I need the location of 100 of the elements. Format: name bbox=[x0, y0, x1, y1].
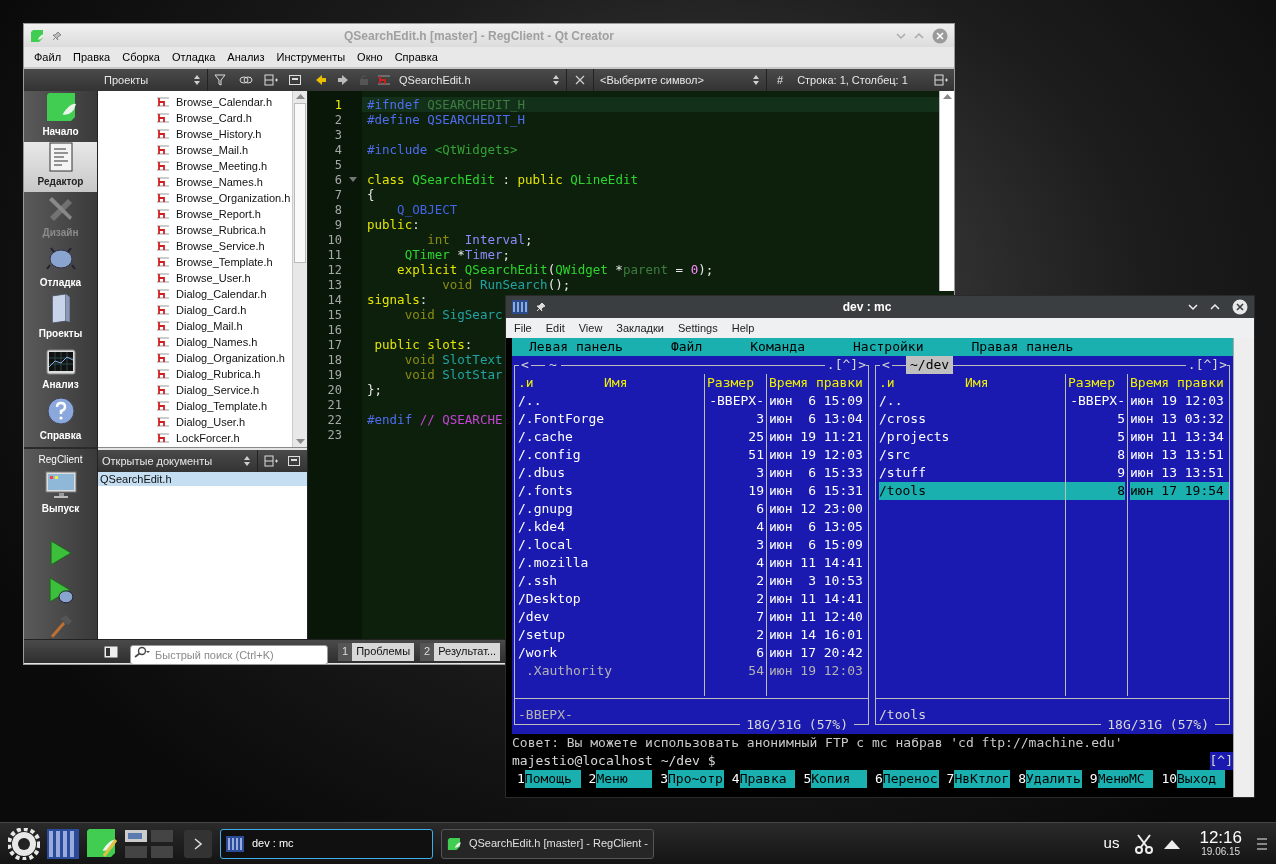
tree-item[interactable]: Browse_Organization.h bbox=[98, 190, 292, 206]
mode-button[interactable]: Справка bbox=[24, 395, 97, 446]
mode-button[interactable]: Анализ bbox=[24, 344, 97, 396]
menu-item[interactable]: Сборка bbox=[118, 48, 164, 66]
run-icon[interactable] bbox=[48, 539, 73, 566]
tree-item[interactable]: Browse_Calendar.h bbox=[98, 94, 292, 110]
mode-button[interactable]: Проекты bbox=[24, 293, 97, 345]
terminal-app-icon[interactable] bbox=[46, 827, 80, 860]
tree-item[interactable]: Dialog_Rubrica.h bbox=[98, 366, 292, 382]
menu-item[interactable]: Файл bbox=[670, 338, 703, 356]
panel-arrow-button[interactable] bbox=[184, 829, 212, 858]
deploy-button[interactable]: Выпуск bbox=[24, 470, 97, 516]
menu-item[interactable]: Edit bbox=[545, 319, 565, 337]
menu-item[interactable]: Правка bbox=[69, 48, 115, 66]
tree-item[interactable]: Browse_Template.h bbox=[98, 254, 292, 270]
menu-item[interactable]: Команда bbox=[750, 338, 806, 356]
menu-item[interactable]: Закладки bbox=[616, 319, 664, 337]
clock[interactable]: 12:16 19.06.15 bbox=[1199, 829, 1242, 858]
file-name[interactable]: /.. bbox=[879, 392, 1065, 410]
qt-logo-icon[interactable] bbox=[86, 827, 118, 860]
menu-item[interactable]: Settings bbox=[677, 319, 718, 337]
tree-item[interactable]: Browse_Report.h bbox=[98, 206, 292, 222]
filter-icon[interactable] bbox=[213, 74, 228, 86]
menu-item[interactable]: Отладка bbox=[167, 48, 220, 66]
tree-item[interactable]: Browse_Mail.h bbox=[98, 142, 292, 158]
fold-arrow-icon[interactable] bbox=[348, 175, 358, 184]
close-icon[interactable] bbox=[574, 74, 586, 86]
menu-item[interactable]: View bbox=[578, 319, 603, 337]
menu-item[interactable]: File bbox=[514, 319, 532, 337]
search-field[interactable]: Быстрый поиск (Ctrl+K) bbox=[130, 644, 328, 665]
tree-item[interactable]: Browse_Card.h bbox=[98, 110, 292, 126]
forward-arrow-icon[interactable] bbox=[337, 74, 349, 86]
file-name[interactable]: /.gnupg bbox=[518, 500, 704, 518]
link-icon[interactable] bbox=[238, 74, 253, 86]
menu-item[interactable]: Правая панель bbox=[971, 338, 1074, 356]
tree-item[interactable]: Dialog_Organization.h bbox=[98, 350, 292, 366]
file-name[interactable]: /stuff bbox=[879, 464, 1065, 482]
menu-icon[interactable] bbox=[1256, 836, 1268, 851]
tree-item[interactable]: Dialog_Service.h bbox=[98, 382, 292, 398]
file-name[interactable]: /setup bbox=[518, 626, 704, 644]
document-item[interactable]: QSearchEdit.h bbox=[98, 472, 307, 486]
scrollbar[interactable] bbox=[292, 91, 307, 447]
file-name[interactable]: /.fonts bbox=[518, 482, 704, 500]
close-panel-icon[interactable] bbox=[289, 75, 302, 85]
back-arrow-icon[interactable] bbox=[315, 74, 327, 86]
tree-item[interactable]: Browse_Rubrica.h bbox=[98, 222, 292, 238]
file-name[interactable]: .Xauthority bbox=[518, 662, 704, 680]
tree-item[interactable]: Dialog_User.h bbox=[98, 414, 292, 430]
debug-run-icon[interactable] bbox=[47, 577, 74, 606]
file-name[interactable]: /dev bbox=[518, 608, 704, 626]
file-name[interactable]: /.kde4 bbox=[518, 518, 704, 536]
close-panel-icon[interactable] bbox=[288, 456, 300, 466]
scrollbar[interactable] bbox=[939, 91, 954, 291]
menu-item[interactable]: Help bbox=[731, 319, 755, 337]
task-button[interactable]: QSearchEdit.h [master] - RegClient - bbox=[441, 828, 654, 859]
tree-item[interactable]: Dialog_Template.h bbox=[98, 398, 292, 414]
mode-button[interactable]: Отладка bbox=[24, 242, 97, 294]
file-name[interactable]: /work bbox=[518, 644, 704, 662]
tree-item[interactable]: Browse_Meeting.h bbox=[98, 158, 292, 174]
split-icon[interactable] bbox=[264, 74, 279, 86]
tree-item[interactable]: Dialog_Mail.h bbox=[98, 318, 292, 334]
tree-item[interactable]: Browse_Service.h bbox=[98, 238, 292, 254]
window-switcher-icon[interactable] bbox=[124, 827, 174, 860]
file-name[interactable]: /tools bbox=[879, 482, 1065, 500]
split-icon[interactable] bbox=[264, 455, 278, 467]
file-name[interactable]: /Desktop bbox=[518, 590, 704, 608]
tree-item[interactable]: Browse_History.h bbox=[98, 126, 292, 142]
sidebar-toggle-icon[interactable] bbox=[104, 645, 118, 658]
scissors-icon[interactable] bbox=[1135, 833, 1154, 854]
keyboard-layout[interactable]: us bbox=[1103, 832, 1120, 855]
panel-toggle[interactable]: [^] bbox=[1209, 752, 1233, 770]
mode-button[interactable]: Начало bbox=[24, 91, 97, 142]
file-name[interactable]: /projects bbox=[879, 428, 1065, 446]
mode-button[interactable]: Редактор bbox=[24, 141, 97, 193]
file-name[interactable]: /src bbox=[879, 446, 1065, 464]
close-icon[interactable] bbox=[1232, 299, 1248, 315]
file-name[interactable]: /.dbus bbox=[518, 464, 704, 482]
file-name[interactable]: /.ssh bbox=[518, 572, 704, 590]
scrollbar[interactable] bbox=[1233, 338, 1254, 797]
file-name[interactable]: /.local bbox=[518, 536, 704, 554]
menu-item[interactable]: Справка bbox=[390, 48, 442, 66]
menu-item[interactable]: Левая панель bbox=[529, 338, 623, 356]
split-icon[interactable] bbox=[934, 74, 948, 86]
menu-item[interactable]: Файл bbox=[30, 48, 66, 66]
file-name[interactable]: /.config bbox=[518, 446, 704, 464]
tree-item[interactable]: LockForcer.h bbox=[98, 430, 292, 446]
file-name[interactable]: /.FontForge bbox=[518, 410, 704, 428]
tree-item[interactable]: Browse_User.h bbox=[98, 270, 292, 286]
launcher-gear-icon[interactable] bbox=[8, 827, 40, 860]
file-name[interactable]: /.. bbox=[518, 392, 704, 410]
menu-item[interactable]: Анализ bbox=[223, 48, 269, 66]
file-name[interactable]: /.mozilla bbox=[518, 554, 704, 572]
task-button[interactable]: dev : mc bbox=[220, 828, 433, 859]
tree-item[interactable]: Dialog_Card.h bbox=[98, 302, 292, 318]
menu-item[interactable]: Инструменты bbox=[272, 48, 350, 66]
file-name[interactable]: /.cache bbox=[518, 428, 704, 446]
file-name[interactable]: /cross bbox=[879, 410, 1065, 428]
tree-item[interactable]: Dialog_Calendar.h bbox=[98, 286, 292, 302]
menu-item[interactable]: Окно bbox=[353, 48, 387, 66]
tree-item[interactable]: Dialog_Names.h bbox=[98, 334, 292, 350]
